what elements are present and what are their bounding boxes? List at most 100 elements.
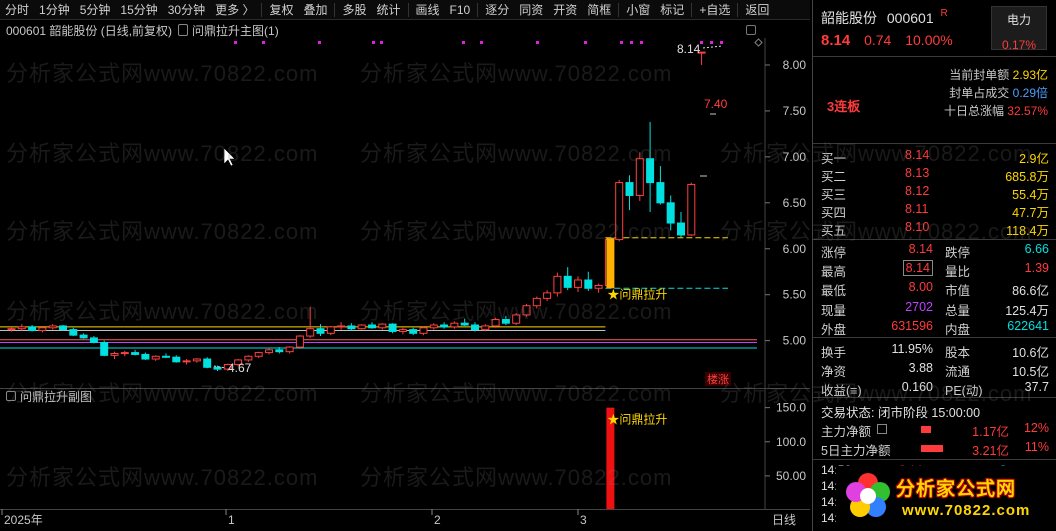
candle-body bbox=[203, 358, 212, 368]
candle-body bbox=[471, 324, 479, 331]
bid-row: 买五 8.10 118.4万 bbox=[821, 220, 1049, 238]
stat-row: 外盘 631596 内盘 622641 bbox=[813, 318, 1056, 338]
candle-body bbox=[491, 319, 500, 327]
candle-body bbox=[275, 349, 284, 353]
bid-label: 买三 bbox=[821, 188, 847, 202]
stat-value: 11.95% bbox=[877, 342, 933, 356]
flow5-row: 5日主力净额 3.21亿 11% bbox=[821, 440, 1049, 458]
indicator-name[interactable]: 问鼎拉升主图(1) bbox=[192, 22, 279, 39]
stat-value: 3.88 bbox=[877, 361, 933, 375]
candle-body bbox=[409, 329, 418, 334]
time-tick-label: 1 bbox=[228, 513, 235, 527]
bid-volume: 47.7万 bbox=[1012, 206, 1049, 220]
detail-icon[interactable] bbox=[877, 424, 887, 434]
candle-body bbox=[337, 325, 346, 328]
stat-row: 收益(≡) 0.160 PE(动) 37.7 bbox=[821, 380, 1049, 398]
toolbar-button-15[interactable]: 简框 bbox=[582, 0, 616, 20]
toolbar-button-16[interactable]: 小窗 bbox=[621, 0, 655, 20]
stat-value: 8.14 bbox=[877, 242, 933, 256]
stat-row: 净资 3.88 流通 10.5亿 bbox=[821, 361, 1049, 379]
toolbar-button-18[interactable]: +自选 bbox=[694, 0, 735, 20]
candle-body bbox=[306, 328, 315, 337]
toolbar-button-10[interactable]: 画线 bbox=[411, 0, 445, 20]
sector-name: 电力 bbox=[1006, 13, 1031, 27]
bid-price: 8.12 bbox=[905, 184, 930, 198]
stat-value: 6.66 bbox=[1024, 242, 1049, 256]
stat-value: 86.6亿 bbox=[1012, 284, 1049, 299]
y-tick-label: 7.50 bbox=[783, 104, 807, 118]
main-flow-bar bbox=[921, 426, 931, 433]
signal-dot bbox=[480, 41, 483, 44]
toolbar-button-2[interactable]: 5分钟 bbox=[75, 0, 116, 20]
y-tick-label: 5.00 bbox=[783, 334, 807, 348]
toolbar-button-3[interactable]: 15分钟 bbox=[115, 0, 162, 20]
toolbar-button-4[interactable]: 30分钟 bbox=[163, 0, 210, 20]
lock-icon[interactable] bbox=[178, 24, 189, 36]
signal-dot bbox=[710, 41, 713, 44]
bid-row: 买四 8.11 47.7万 bbox=[821, 202, 1049, 220]
toolbar-button-7[interactable]: 叠加 bbox=[298, 0, 332, 20]
divider bbox=[813, 143, 1056, 144]
seal-ratio: 封单占成交 0.29倍 bbox=[949, 84, 1048, 101]
maximize-icon[interactable] bbox=[746, 25, 756, 35]
divider bbox=[813, 56, 1056, 57]
candle-body bbox=[182, 360, 191, 363]
candle-body bbox=[522, 305, 531, 316]
y-tick-label: 8.00 bbox=[783, 58, 807, 72]
signal-dot bbox=[536, 41, 539, 44]
toolbar-button-0[interactable]: 分时 bbox=[0, 0, 34, 20]
seal-ratio-label: 封单占成交 bbox=[949, 86, 1010, 100]
period-selector[interactable]: 日线 bbox=[772, 511, 796, 528]
candle-body bbox=[646, 158, 655, 184]
bid-volume: 685.8万 bbox=[1005, 170, 1049, 184]
chart-toolbar: 分时 1分钟 5分钟 15分钟 30分钟 更多 〉复权 叠加 多股 统计 画线 F10 逐分 同资 开资简… bbox=[0, 0, 810, 20]
signal-dot bbox=[380, 41, 383, 44]
bid-price: 8.10 bbox=[905, 220, 930, 234]
stat-value-text: 8.00 bbox=[908, 280, 933, 295]
candle-body bbox=[481, 325, 490, 331]
stat-row: 最高 8.14 量比 1.39 bbox=[821, 260, 1049, 279]
sector-box[interactable]: 电力 0.17% bbox=[991, 6, 1047, 52]
toolbar-separator bbox=[618, 2, 620, 17]
stat-row: 最低 8.00 市值 86.6亿 bbox=[821, 280, 1049, 298]
main-chart[interactable]: 5.00 5.50 6.00 6.50 7.00 7.50 8.00 ★问鼎拉升 8.14 7.4… bbox=[0, 38, 810, 388]
stat-value: 2702 bbox=[877, 300, 933, 314]
toolbar-separator bbox=[477, 2, 479, 17]
bid-volume: 2.9亿 bbox=[1019, 152, 1049, 166]
toolbar-button-5[interactable]: 更多 〉 bbox=[210, 0, 259, 20]
stat-value-text: 0.160 bbox=[901, 380, 933, 395]
toolbar-button-9[interactable]: 统计 bbox=[372, 0, 406, 20]
toolbar-button-1[interactable]: 1分钟 bbox=[34, 0, 75, 20]
toolbar-button-14[interactable]: 开资 bbox=[548, 0, 582, 20]
candle-body bbox=[162, 355, 170, 358]
stat-value-text: 8.14 bbox=[902, 260, 933, 277]
candle-body bbox=[388, 323, 397, 332]
toolbar-button-19[interactable]: 返回 bbox=[740, 0, 774, 20]
mouse-cursor-icon bbox=[223, 147, 236, 167]
candle-body bbox=[89, 337, 98, 343]
stat-label: 流通 bbox=[945, 365, 971, 380]
candle-body bbox=[584, 279, 593, 289]
trade-status: 交易状态: 闭市阶段 15:00:00 bbox=[821, 406, 981, 420]
toolbar-button-17[interactable]: 标记 bbox=[655, 0, 689, 20]
main-chart-title: 000601 韶能股份 (日线,前复权) bbox=[6, 23, 173, 38]
flow5-pct: 11% bbox=[1024, 440, 1049, 454]
candle-body bbox=[244, 355, 253, 361]
stat-value: 10.6亿 bbox=[1012, 346, 1049, 360]
stat-value: 0.160 bbox=[877, 380, 933, 394]
toolbar-button-8[interactable]: 多股 bbox=[337, 0, 371, 20]
candle-body bbox=[326, 326, 335, 334]
bid-price: 8.11 bbox=[905, 202, 929, 216]
stat-label: 市值 bbox=[945, 284, 971, 299]
stat-label: 换手 bbox=[821, 346, 847, 360]
flow5-value: 3.21亿 bbox=[972, 444, 1009, 458]
toolbar-button-13[interactable]: 同资 bbox=[514, 0, 548, 20]
candle-body bbox=[378, 323, 387, 329]
toolbar-button-11[interactable]: F10 bbox=[445, 0, 476, 20]
sub-chart[interactable]: 150.0 100.0 50.00 ★问鼎拉升 bbox=[0, 388, 810, 510]
signal-dot bbox=[372, 41, 375, 44]
candle-body bbox=[594, 285, 603, 289]
stat-value: 622641 bbox=[1007, 318, 1049, 333]
toolbar-button-12[interactable]: 逐分 bbox=[480, 0, 514, 20]
toolbar-button-6[interactable]: 复权 bbox=[264, 0, 298, 20]
